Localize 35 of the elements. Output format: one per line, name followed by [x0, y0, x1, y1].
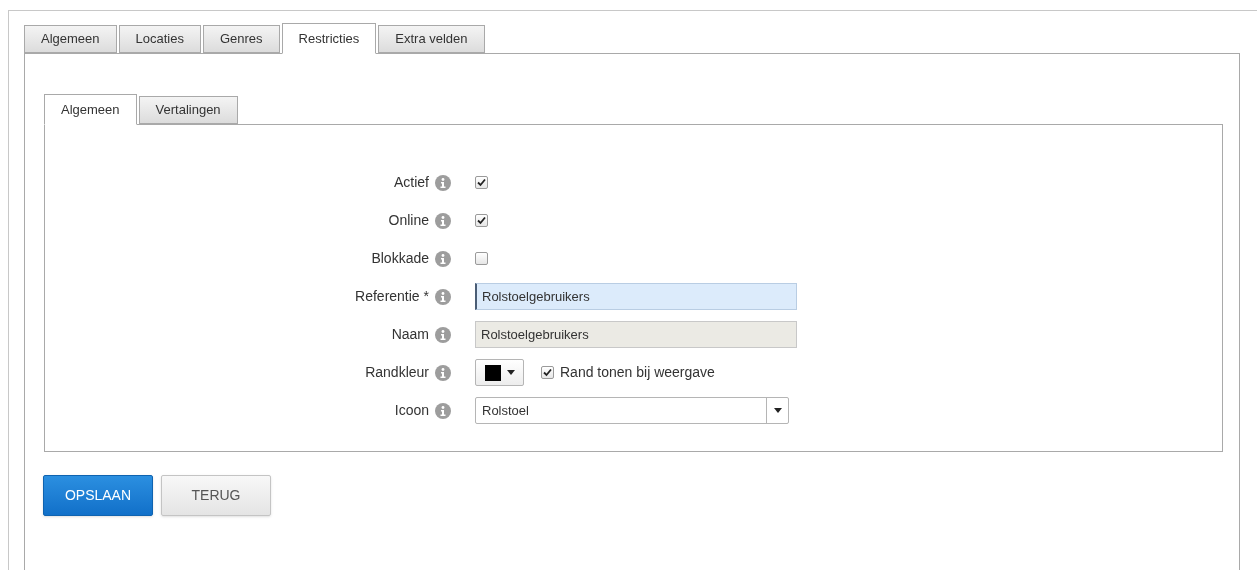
checkbox[interactable]	[475, 252, 488, 265]
info-icon[interactable]	[435, 402, 451, 419]
caret-icon	[506, 370, 515, 375]
field-label: Actief	[393, 173, 429, 192]
checkbox[interactable]	[475, 176, 488, 189]
caret-icon	[773, 408, 782, 413]
tab[interactable]: Algemeen	[44, 94, 137, 125]
field-label: Online	[387, 211, 429, 230]
checkbox-label: Rand tonen bij weergave	[560, 363, 715, 382]
tab[interactable]: Algemeen	[24, 25, 117, 53]
info-icon[interactable]	[435, 288, 451, 305]
tab[interactable]: Extra velden	[378, 25, 485, 53]
tab[interactable]: Restricties	[281, 23, 377, 54]
field-label: Naam	[390, 325, 429, 344]
info-icon[interactable]	[435, 250, 451, 267]
field-label: Icoon	[393, 401, 429, 420]
text-field: Rolstoelgebruikers	[475, 321, 797, 348]
tab[interactable]: Locaties	[118, 25, 201, 53]
icon-dropdown[interactable]: Rolstoel	[475, 397, 789, 424]
save-button[interactable]: OPSLAAN	[43, 475, 153, 516]
field-label: Blokkade	[370, 249, 429, 268]
checkbox[interactable]	[475, 214, 488, 227]
info-icon[interactable]	[435, 364, 451, 381]
text-field[interactable]: Rolstoelgebruikers	[475, 283, 797, 310]
back-button[interactable]: TERUG	[161, 475, 271, 516]
info-icon[interactable]	[435, 326, 451, 343]
tab[interactable]: Vertalingen	[138, 96, 238, 124]
checkbox[interactable]	[541, 366, 554, 379]
tab[interactable]: Genres	[202, 25, 280, 53]
color-picker[interactable]	[475, 359, 524, 386]
info-icon[interactable]	[435, 174, 451, 191]
dropdown-value: Rolstoel	[481, 401, 530, 420]
field-label: Randkleur	[364, 363, 429, 382]
info-icon[interactable]	[435, 212, 451, 229]
field-label: Referentie *	[354, 287, 429, 306]
